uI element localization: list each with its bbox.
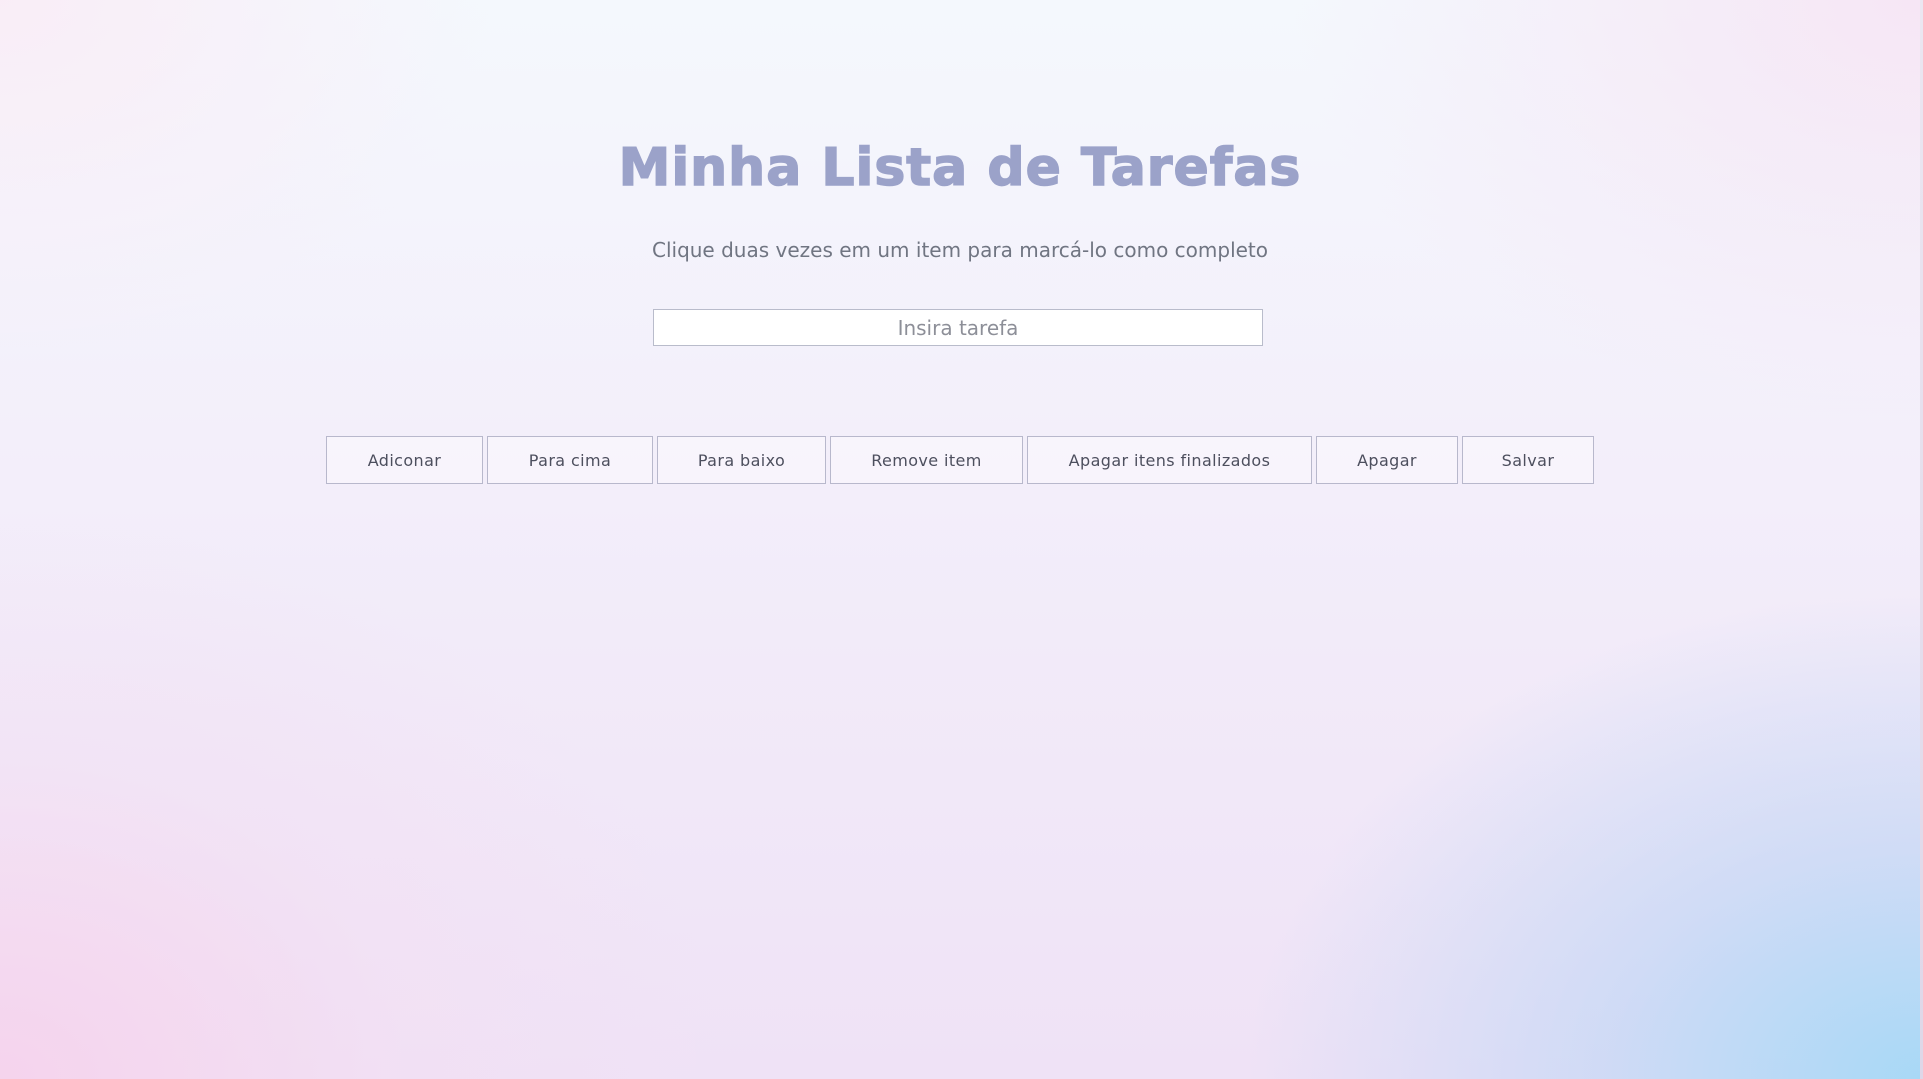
todo-app: Minha Lista de Tarefas Clique duas vezes…: [0, 0, 1920, 1079]
add-button[interactable]: Adiconar: [326, 436, 483, 484]
clear-button[interactable]: Apagar: [1316, 436, 1458, 484]
page-title: Minha Lista de Tarefas: [618, 137, 1302, 199]
move-down-button[interactable]: Para baixo: [657, 436, 826, 484]
clear-finished-button[interactable]: Apagar itens finalizados: [1027, 436, 1312, 484]
save-button[interactable]: Salvar: [1462, 436, 1594, 484]
move-up-button[interactable]: Para cima: [487, 436, 653, 484]
page-subtitle: Clique duas vezes em um item para marcá-…: [651, 238, 1269, 262]
task-input[interactable]: [653, 309, 1263, 346]
remove-item-button[interactable]: Remove item: [830, 436, 1023, 484]
